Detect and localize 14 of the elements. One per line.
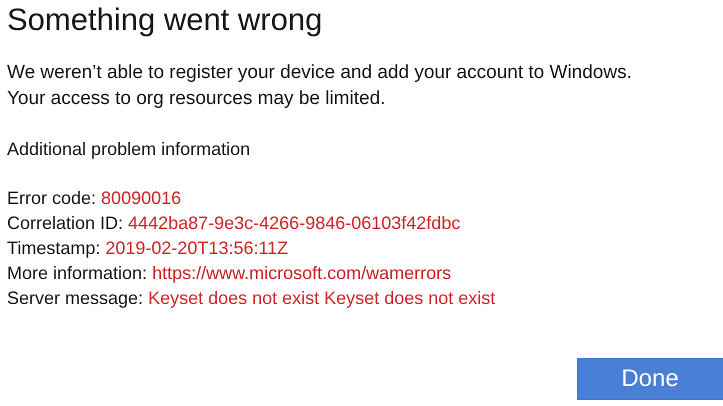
detail-value: 4442ba87-9e3c-4266-9846-06103f42fdbc xyxy=(128,212,460,235)
link[interactable]: https://www.microsoft.com/wamerrors xyxy=(152,261,452,286)
detail-label: Error code: xyxy=(7,187,96,210)
detail-label: Correlation ID: xyxy=(7,212,124,235)
done-button[interactable]: Done xyxy=(577,358,723,400)
detail-label: Timestamp: xyxy=(7,237,100,260)
detail-label: More information: xyxy=(7,262,148,285)
section-heading: Additional problem information xyxy=(7,138,250,161)
detail-value: Keyset does not exist Keyset does not exist xyxy=(148,287,496,310)
dialog-title: Something went wrong xyxy=(7,2,322,38)
detail-label: Server message: xyxy=(7,287,144,310)
detail-value: 2019-02-20T13:56:11Z xyxy=(105,237,288,260)
detail-value: 80090016 xyxy=(101,187,182,210)
error-message: We weren’t able to register your device and add your account to Windows. Your access to org resources may be limited. xyxy=(7,61,633,111)
